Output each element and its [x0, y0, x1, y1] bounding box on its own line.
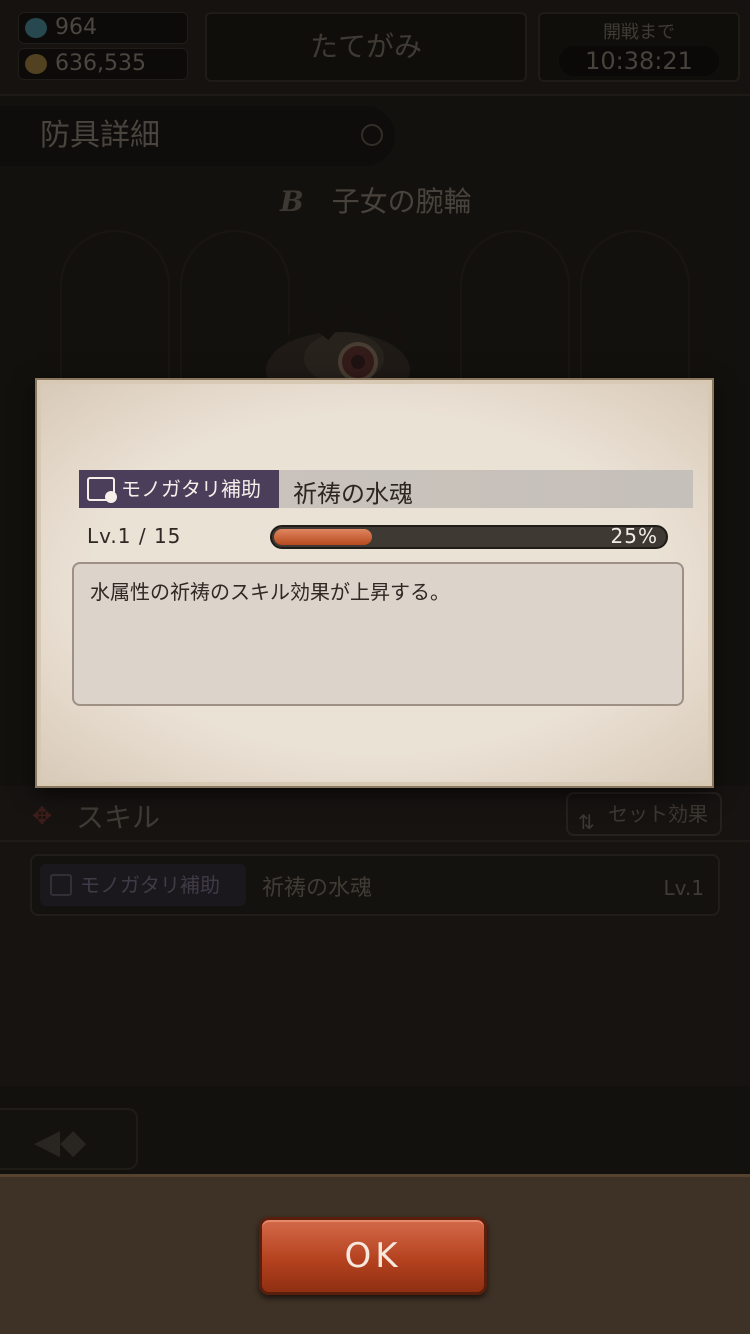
skill-category-badge: モノガタリ補助 — [79, 470, 279, 508]
skill-description: 水属性の祈祷のスキル効果が上昇する。 — [90, 580, 450, 604]
book-up-icon — [87, 477, 117, 503]
skill-band: モノガタリ補助 祈祷の水魂 — [79, 470, 693, 508]
skill-description-box: 水属性の祈祷のスキル効果が上昇する。 — [72, 562, 684, 706]
skill-level-label: Lv.1 / 15 — [87, 524, 182, 548]
skill-category-label: モノガタリ補助 — [121, 477, 261, 501]
level-progress-bar: 25% — [270, 524, 668, 549]
skill-detail-dialog: モノガタリ補助 祈祷の水魂 Lv.1 / 15 25% 水属性の祈祷のスキル効果… — [37, 380, 712, 786]
ok-button[interactable]: OK — [259, 1217, 487, 1295]
skill-name: 祈祷の水魂 — [293, 480, 413, 508]
progress-percent: 25% — [610, 524, 658, 548]
progress-fill — [274, 529, 372, 545]
